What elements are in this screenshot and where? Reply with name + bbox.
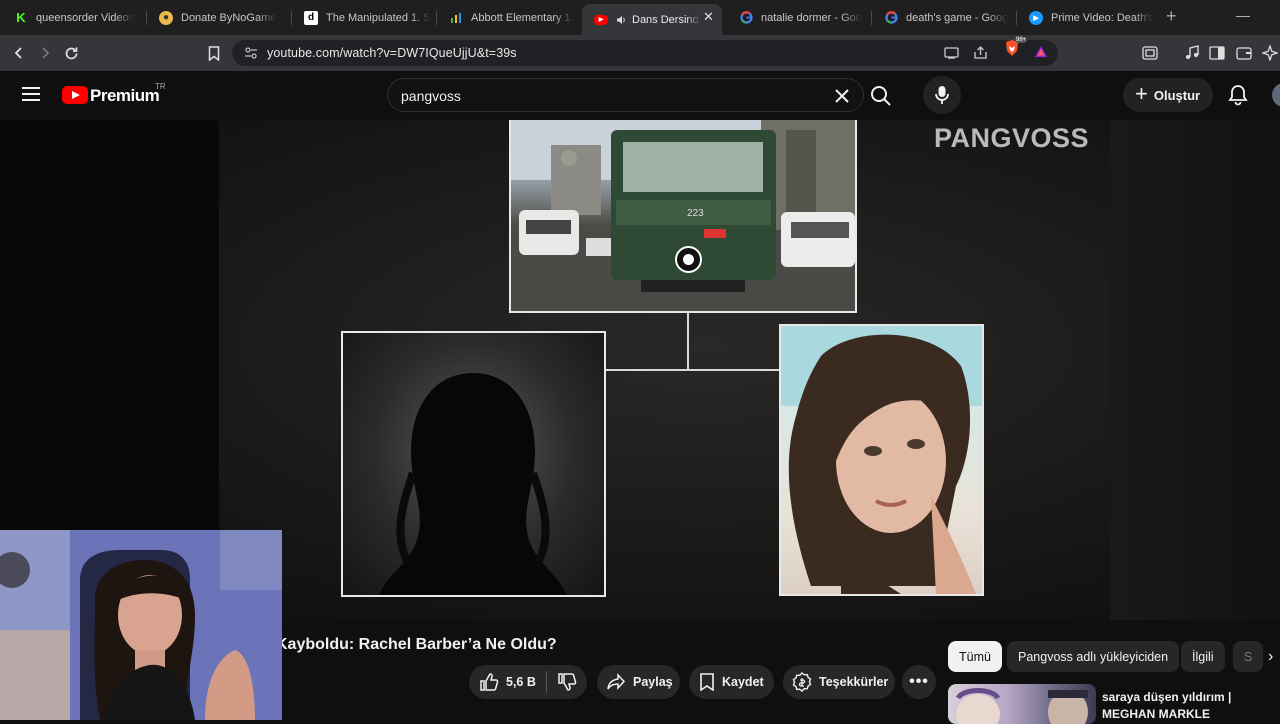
google-icon [739,11,753,25]
create-button[interactable]: + Oluştur [1123,78,1213,112]
search-query[interactable]: pangvoss [401,88,461,104]
tab-title: natalie dormer - Goo [761,11,862,24]
voice-search-button[interactable] [923,76,961,114]
portrait-photo [779,324,984,596]
browser-toolbar: youtube.com/watch?v=DW7IQueUjjU&t=39s 99… [0,35,1280,71]
tab-title: Dans Dersind [632,13,699,26]
tab-title: Prime Video: Death's [1051,11,1154,24]
location-pin-icon [675,246,702,273]
plus-icon: + [1135,80,1148,106]
super-thanks-icon [792,672,812,692]
site-settings-icon[interactable] [244,46,258,60]
sidebar-panel-icon[interactable] [1142,45,1158,61]
bars-icon [449,11,463,25]
save-button[interactable]: Kaydet [689,665,774,699]
tram-photo: 223 [509,120,857,313]
bookmark-save-icon [700,673,714,691]
recommendation-title[interactable]: saraya düşen yıldırım | MEGHAN MARKLE [1102,689,1272,723]
browser-tab-active[interactable]: ▶ Dans Dersind [582,4,722,35]
chevron-right-icon[interactable]: › [1268,648,1273,666]
chip-from-uploader[interactable]: Pangvoss adlı yükleyiciden [1007,641,1180,672]
share-label: Paylaş [633,675,673,689]
like-icon[interactable] [479,672,499,692]
brave-badge: 99+ [1015,37,1028,43]
youtube-masthead: Premium TR pangvoss + Oluştur [0,71,1280,120]
silhouette-photo [341,331,606,597]
save-label: Kaydet [722,675,764,689]
recommendation-title-line: saraya düşen yıldırım | [1102,690,1232,704]
share-page-icon[interactable] [972,45,988,61]
video-title: Kayboldu: Rachel Barber’a Ne Oldu? [276,636,557,653]
prime-icon: ▶ [1029,10,1043,25]
browser-tab[interactable]: K queensorder Videos [2,0,142,35]
google-icon [884,11,898,25]
create-label: Oluştur [1153,87,1201,103]
address-bar[interactable]: youtube.com/watch?v=DW7IQueUjjU&t=39s [232,40,1058,66]
share-button[interactable]: Paylaş [597,665,680,699]
chip-all[interactable]: Tümü [948,641,1002,672]
youtube-brand[interactable]: Premium [90,86,160,106]
media-control-icon[interactable] [1184,45,1200,61]
tab-title: Abbott Elementary 1. [471,11,574,24]
brave-leo-icon[interactable] [1262,45,1278,61]
reading-list-icon[interactable] [1209,45,1225,61]
menu-icon[interactable] [22,87,40,101]
more-actions-icon[interactable]: ••• [902,665,936,699]
clear-search-icon[interactable] [833,87,851,105]
dislike-icon[interactable] [557,672,577,692]
back-icon[interactable] [9,43,29,63]
tram-number: 223 [687,208,704,219]
browser-tab[interactable]: natalie dormer - Goo [727,0,867,35]
like-divider [545,671,547,693]
browser-tab[interactable]: ▶ Prime Video: Death's [1017,0,1157,35]
tab-title: Donate ByNoGame [181,11,277,24]
thanks-label: Teşekkürler [819,675,889,689]
close-tab-icon[interactable]: ✕ [703,9,714,25]
microphone-icon [935,86,949,104]
share-icon [607,673,626,690]
search-input[interactable]: pangvoss [387,78,864,112]
browser-tab[interactable]: d The Manipulated 1. S [292,0,432,35]
browser-tab[interactable]: ● Donate ByNoGame [147,0,287,35]
reload-icon[interactable] [61,43,81,63]
like-dislike-group: 5,6 B [469,665,587,699]
speaker-icon[interactable] [616,13,626,27]
chip-truncated[interactable]: S [1233,641,1263,672]
browser-tab-strip: K queensorder Videos ● Donate ByNoGame d… [0,0,1280,35]
search-icon[interactable] [870,85,892,107]
browser-tab[interactable]: Abbott Elementary 1. [437,0,577,35]
tab-title: death's game - Goog [906,11,1009,24]
channel-watermark: PANGVOSS [934,123,1090,153]
connector-line [606,369,779,371]
k-icon: K [16,10,26,25]
cast-icon[interactable] [943,45,959,61]
bynogame-icon: ● [159,10,173,25]
brave-rewards-icon[interactable] [1033,44,1049,60]
youtube-logo-icon[interactable] [62,86,88,104]
forward-icon[interactable] [35,43,55,63]
youtube-icon: ▶ [594,14,608,25]
tab-title: The Manipulated 1. S [326,11,431,24]
region-code: TR [155,82,166,91]
wallet-icon[interactable] [1236,45,1252,61]
minimize-icon[interactable]: — [1236,7,1250,23]
browser-tab[interactable]: death's game - Goog [872,0,1012,35]
notifications-icon[interactable] [1228,84,1248,106]
thanks-button[interactable]: Teşekkürler [783,665,895,699]
recommendation-title-line: MEGHAN MARKLE [1102,707,1210,721]
webcam-overlay [0,530,282,720]
d-icon: d [304,10,318,25]
recommendation-thumbnail[interactable] [948,684,1096,724]
avatar[interactable] [1272,83,1280,107]
bookmark-icon[interactable] [204,43,224,63]
tab-title: queensorder Videos [36,11,135,24]
like-count[interactable]: 5,6 B [506,675,536,689]
new-tab-icon[interactable]: + [1166,6,1177,27]
url-text[interactable]: youtube.com/watch?v=DW7IQueUjjU&t=39s [267,46,517,60]
chip-related[interactable]: İlgili [1181,641,1225,672]
video-letterbox-right [1110,120,1280,620]
